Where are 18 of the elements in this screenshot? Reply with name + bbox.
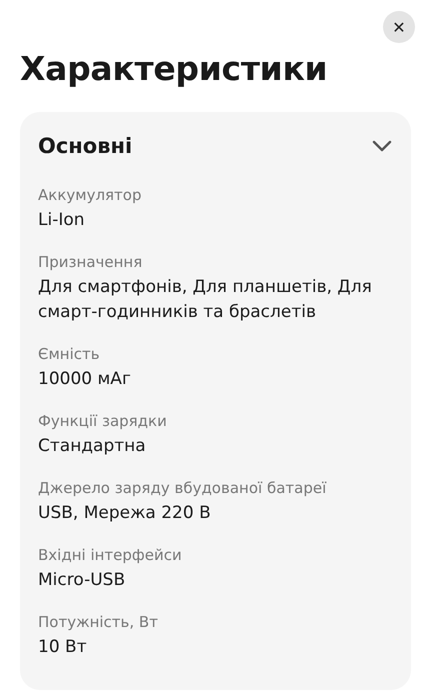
- spec-value: Стандартна: [38, 434, 147, 458]
- spec-label: Ємність: [38, 344, 101, 364]
- spec-value: 10000 мАг: [38, 368, 132, 391]
- spec-value: Для смартфонів, Для планшетів, Для смарт-годинників та браслетів: [38, 276, 373, 324]
- spec-label: Призначення: [38, 252, 144, 272]
- section-title: Основні: [38, 134, 132, 158]
- spec-value: Micro-USB: [38, 568, 126, 592]
- chevron-down-icon[interactable]: [371, 138, 393, 153]
- spec-value: USB, Мережа 220 В: [38, 502, 212, 525]
- spec-value: 10 Вт: [38, 636, 88, 659]
- spec-label: Вхідні інтерфейси: [38, 544, 183, 565]
- page-title: Характеристики: [20, 49, 328, 89]
- spec-label: Джерело заряду вбудованої батареї: [38, 478, 328, 498]
- spec-label: Потужність, Вт: [38, 612, 159, 632]
- spec-value: Li-Ion: [38, 208, 86, 232]
- spec-label: Функції зарядки: [38, 410, 168, 431]
- spec-label: Аккумулятор: [38, 184, 142, 205]
- close-button[interactable]: ✕: [383, 11, 415, 43]
